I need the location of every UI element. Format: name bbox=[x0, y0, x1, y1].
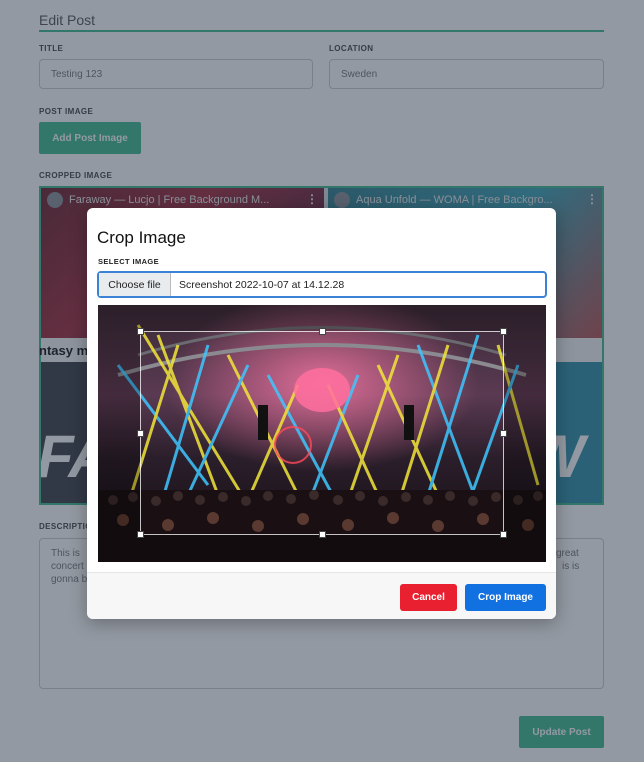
file-input[interactable]: Choose file Screenshot 2022-10-07 at 14.… bbox=[97, 271, 547, 298]
crop-image-button[interactable]: Crop Image bbox=[465, 584, 546, 611]
cancel-button[interactable]: Cancel bbox=[400, 584, 457, 611]
crop-handle[interactable] bbox=[500, 328, 507, 335]
crop-selection-box[interactable] bbox=[137, 328, 507, 538]
modal-footer: Cancel Crop Image bbox=[87, 572, 556, 619]
crop-handle[interactable] bbox=[500, 430, 507, 437]
crop-image-modal: Crop Image SELECT IMAGE Choose file Scre… bbox=[87, 208, 556, 619]
modal-title: Crop Image bbox=[97, 228, 186, 247]
crop-canvas[interactable] bbox=[98, 305, 546, 562]
crop-handle[interactable] bbox=[137, 328, 144, 335]
selected-file-name: Screenshot 2022-10-07 at 14.12.28 bbox=[179, 278, 345, 291]
choose-file-button[interactable]: Choose file bbox=[99, 273, 171, 296]
crop-handle[interactable] bbox=[500, 531, 507, 538]
crop-handle[interactable] bbox=[319, 328, 326, 335]
crop-handle[interactable] bbox=[137, 430, 144, 437]
crop-handle[interactable] bbox=[137, 531, 144, 538]
crop-handle[interactable] bbox=[319, 531, 326, 538]
select-image-label: SELECT IMAGE bbox=[98, 257, 160, 266]
